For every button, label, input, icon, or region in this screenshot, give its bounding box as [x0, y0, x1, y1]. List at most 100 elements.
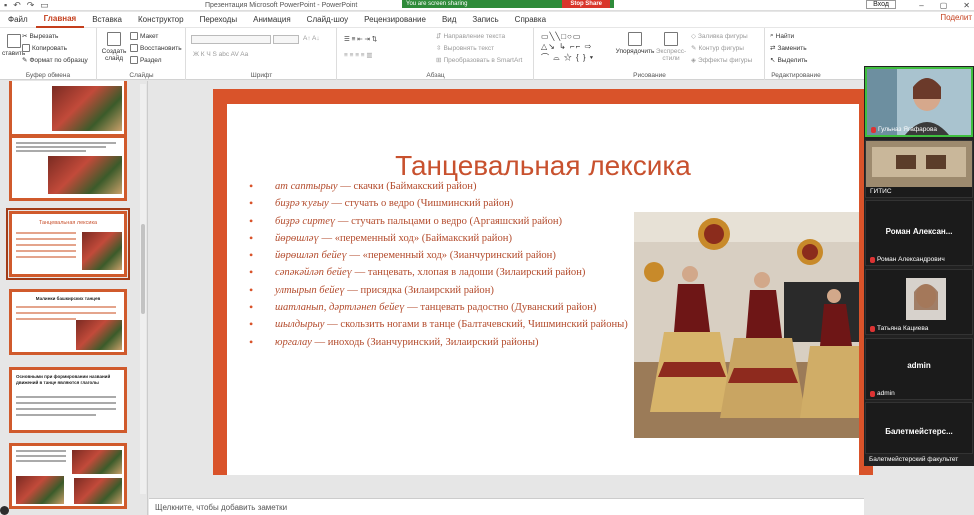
- slide-thumbnail[interactable]: Танцевальная лексика: [6, 208, 130, 280]
- group-label: Шрифт: [250, 72, 273, 79]
- bullet-item: биҙрә ҡуғыу — стучать о ведро (Чишмински…: [249, 195, 633, 213]
- participant-tile[interactable]: ГИТИС: [865, 140, 973, 198]
- editing-group: ⌕ Найти ⇄ Заменить ↖ Выделить Редактировани…: [766, 28, 826, 80]
- participant-tile[interactable]: Татьяна Кациева: [865, 269, 973, 335]
- reset-button[interactable]: Восстановить: [130, 44, 182, 52]
- list-buttons[interactable]: ☰ ≡ ⇤ ⇥ ⇅: [344, 35, 377, 43]
- new-slide-icon: [107, 32, 121, 46]
- powerpoint-window: ▪ ↶ ↷ ▭ Презентация Microsoft PowerPoint…: [0, 0, 974, 515]
- tab-transitions[interactable]: Переходы: [192, 12, 246, 27]
- copy-button[interactable]: Копировать: [22, 44, 67, 52]
- quick-styles-icon: [664, 32, 678, 46]
- participant-tile[interactable]: admin admin: [865, 338, 973, 400]
- slide-thumbnail[interactable]: Основными при формировании названий движ…: [9, 367, 127, 433]
- share-button[interactable]: Поделит: [940, 13, 972, 22]
- new-slide-button[interactable]: Создать слайд: [102, 32, 126, 62]
- slide-thumbnail[interactable]: [9, 81, 127, 137]
- smartart-icon: ⊞: [436, 57, 442, 64]
- bullet-term: ат саптырыу: [275, 181, 338, 192]
- align-text-button[interactable]: ⇳ Выровнять текст: [436, 44, 494, 53]
- bullet-text: — «переменный ход» (Баймакский район): [318, 232, 512, 244]
- bullet-item: шатланып, дәртләнеп бейеү — танцевать ра…: [249, 299, 633, 317]
- paragraph-group: ☰ ≡ ⇤ ⇥ ⇅ ≡ ≡ ≡ ≡ ▥ ⇵ Направление текста …: [338, 28, 534, 80]
- thumb-text-line: [16, 256, 76, 258]
- shape-fill-button[interactable]: ◇ Заливка фигуры: [691, 32, 748, 41]
- font-name-combo[interactable]: [191, 35, 271, 44]
- format-painter-button[interactable]: ✎ Формат по образцу: [22, 56, 88, 65]
- shapes-gallery-row3[interactable]: ⌒ ⌓ ☆ { } ▾: [541, 52, 594, 63]
- paste-icon: [6, 34, 21, 48]
- quick-styles-button[interactable]: Экспресс-стили: [655, 32, 687, 62]
- bullet-term: сәпәкәйләп бейеү: [275, 267, 352, 279]
- participant-tile[interactable]: Роман Алексан... Роман Александрович: [865, 200, 973, 266]
- layout-button[interactable]: Макет: [130, 32, 158, 40]
- slides-group: Создать слайд Макет Восстановить Раздел …: [98, 28, 186, 80]
- group-label: Слайды: [129, 72, 154, 79]
- slide-thumbnail[interactable]: Малинки башкирских танцев: [9, 289, 127, 355]
- slide-thumbnail[interactable]: [9, 443, 127, 509]
- participant-tile[interactable]: Балетмейстерс...: [865, 402, 973, 454]
- shapes-gallery[interactable]: ▭╲╲□○▭: [541, 32, 581, 41]
- bullet-list[interactable]: ат саптырыу — скачки (Баймакский район) …: [249, 178, 633, 351]
- tab-file[interactable]: Файл: [0, 12, 36, 27]
- replace-icon: ⇄: [770, 45, 776, 52]
- stop-share-button[interactable]: Stop Share: [562, 0, 610, 8]
- shapes-gallery-row2[interactable]: △↘ ↳ ⌐⌐ ⇨: [541, 42, 592, 51]
- bullet-term: биҙрә ҡуғыу: [275, 198, 329, 210]
- current-slide[interactable]: Танцевальная лексика ат саптырыу — скачк…: [213, 89, 873, 475]
- tab-view[interactable]: Вид: [434, 12, 464, 27]
- thumb-text-line: [16, 306, 116, 308]
- dancers-photo[interactable]: [634, 212, 859, 438]
- slide-thumbnail[interactable]: [9, 135, 127, 201]
- participant-display-name: admin: [907, 361, 931, 370]
- thumb-text-line: [16, 312, 116, 314]
- slide-thumbnails-pane: Танцевальная лексика Малинки башкирских …: [0, 81, 148, 515]
- brush-icon: ✎: [22, 57, 28, 64]
- tab-home[interactable]: Главная: [35, 11, 85, 28]
- redo-icon[interactable]: ↷: [27, 0, 35, 11]
- tab-slideshow[interactable]: Слайд-шоу: [299, 12, 356, 27]
- find-button[interactable]: ⌕ Найти: [770, 32, 794, 40]
- participant-tile[interactable]: Гульназ Ягафарова: [865, 67, 973, 137]
- thumb-text-line: [16, 244, 76, 246]
- select-button[interactable]: ↖ Выделить: [770, 56, 807, 65]
- scrollbar-thumb[interactable]: [141, 224, 145, 314]
- tab-record[interactable]: Запись: [464, 12, 506, 27]
- section-button[interactable]: Раздел: [130, 56, 161, 64]
- bullet-item: йөрөшләү — «переменный ход» (Баймакский …: [249, 230, 633, 248]
- tab-help[interactable]: Справка: [507, 12, 554, 27]
- slideshow-icon[interactable]: ▭: [40, 0, 49, 11]
- text-direction-button[interactable]: ⇵ Направление текста: [436, 32, 505, 41]
- font-format-buttons[interactable]: Ж К Ч S abc AV Aa: [193, 51, 248, 58]
- arrange-button[interactable]: Упорядочить: [615, 32, 655, 55]
- shape-effects-button[interactable]: ◈ Эффекты фигуры: [691, 56, 752, 65]
- thumbnails-scrollbar[interactable]: [140, 84, 146, 494]
- mic-muted-icon: [870, 256, 875, 263]
- bullet-text: — «переменный ход» (Зианчуринский район): [346, 250, 556, 262]
- bullet-item: юргалау — иноходь (Зианчуринский, Зилаир…: [249, 334, 633, 352]
- arrange-icon: [628, 32, 642, 46]
- close-icon[interactable]: ✕: [963, 0, 970, 11]
- align-buttons[interactable]: ≡ ≡ ≡ ≡ ▥: [344, 51, 373, 59]
- effects-icon: ◈: [691, 57, 696, 64]
- participant-name: ГИТИС: [870, 188, 892, 195]
- cut-button[interactable]: ✂ Вырезать: [22, 32, 58, 41]
- undo-icon[interactable]: ↶: [13, 0, 21, 11]
- smartart-button[interactable]: ⊞ Преобразовать в SmartArt: [436, 56, 522, 65]
- minimize-icon[interactable]: –: [919, 0, 923, 11]
- shape-outline-button[interactable]: ✎ Контур фигуры: [691, 44, 744, 53]
- tab-insert[interactable]: Вставка: [84, 12, 130, 27]
- tab-animations[interactable]: Анимация: [245, 12, 299, 27]
- grow-font-icon[interactable]: A↑ A↓: [303, 35, 320, 42]
- font-size-combo[interactable]: [273, 35, 299, 44]
- signin-button[interactable]: Вход: [866, 0, 896, 9]
- replace-button[interactable]: ⇄ Заменить: [770, 44, 807, 53]
- reset-icon: [130, 44, 138, 52]
- save-icon[interactable]: ▪: [4, 0, 7, 11]
- tab-design[interactable]: Конструктор: [130, 12, 192, 27]
- tab-review[interactable]: Рецензирование: [356, 12, 434, 27]
- notes-field[interactable]: Щелкните, чтобы добавить заметки: [149, 498, 864, 515]
- bullet-text: — скользить ногами в танце (Балтачевский…: [324, 319, 628, 331]
- maximize-icon[interactable]: ▢: [940, 0, 948, 11]
- text-direction-icon: ⇵: [436, 33, 442, 40]
